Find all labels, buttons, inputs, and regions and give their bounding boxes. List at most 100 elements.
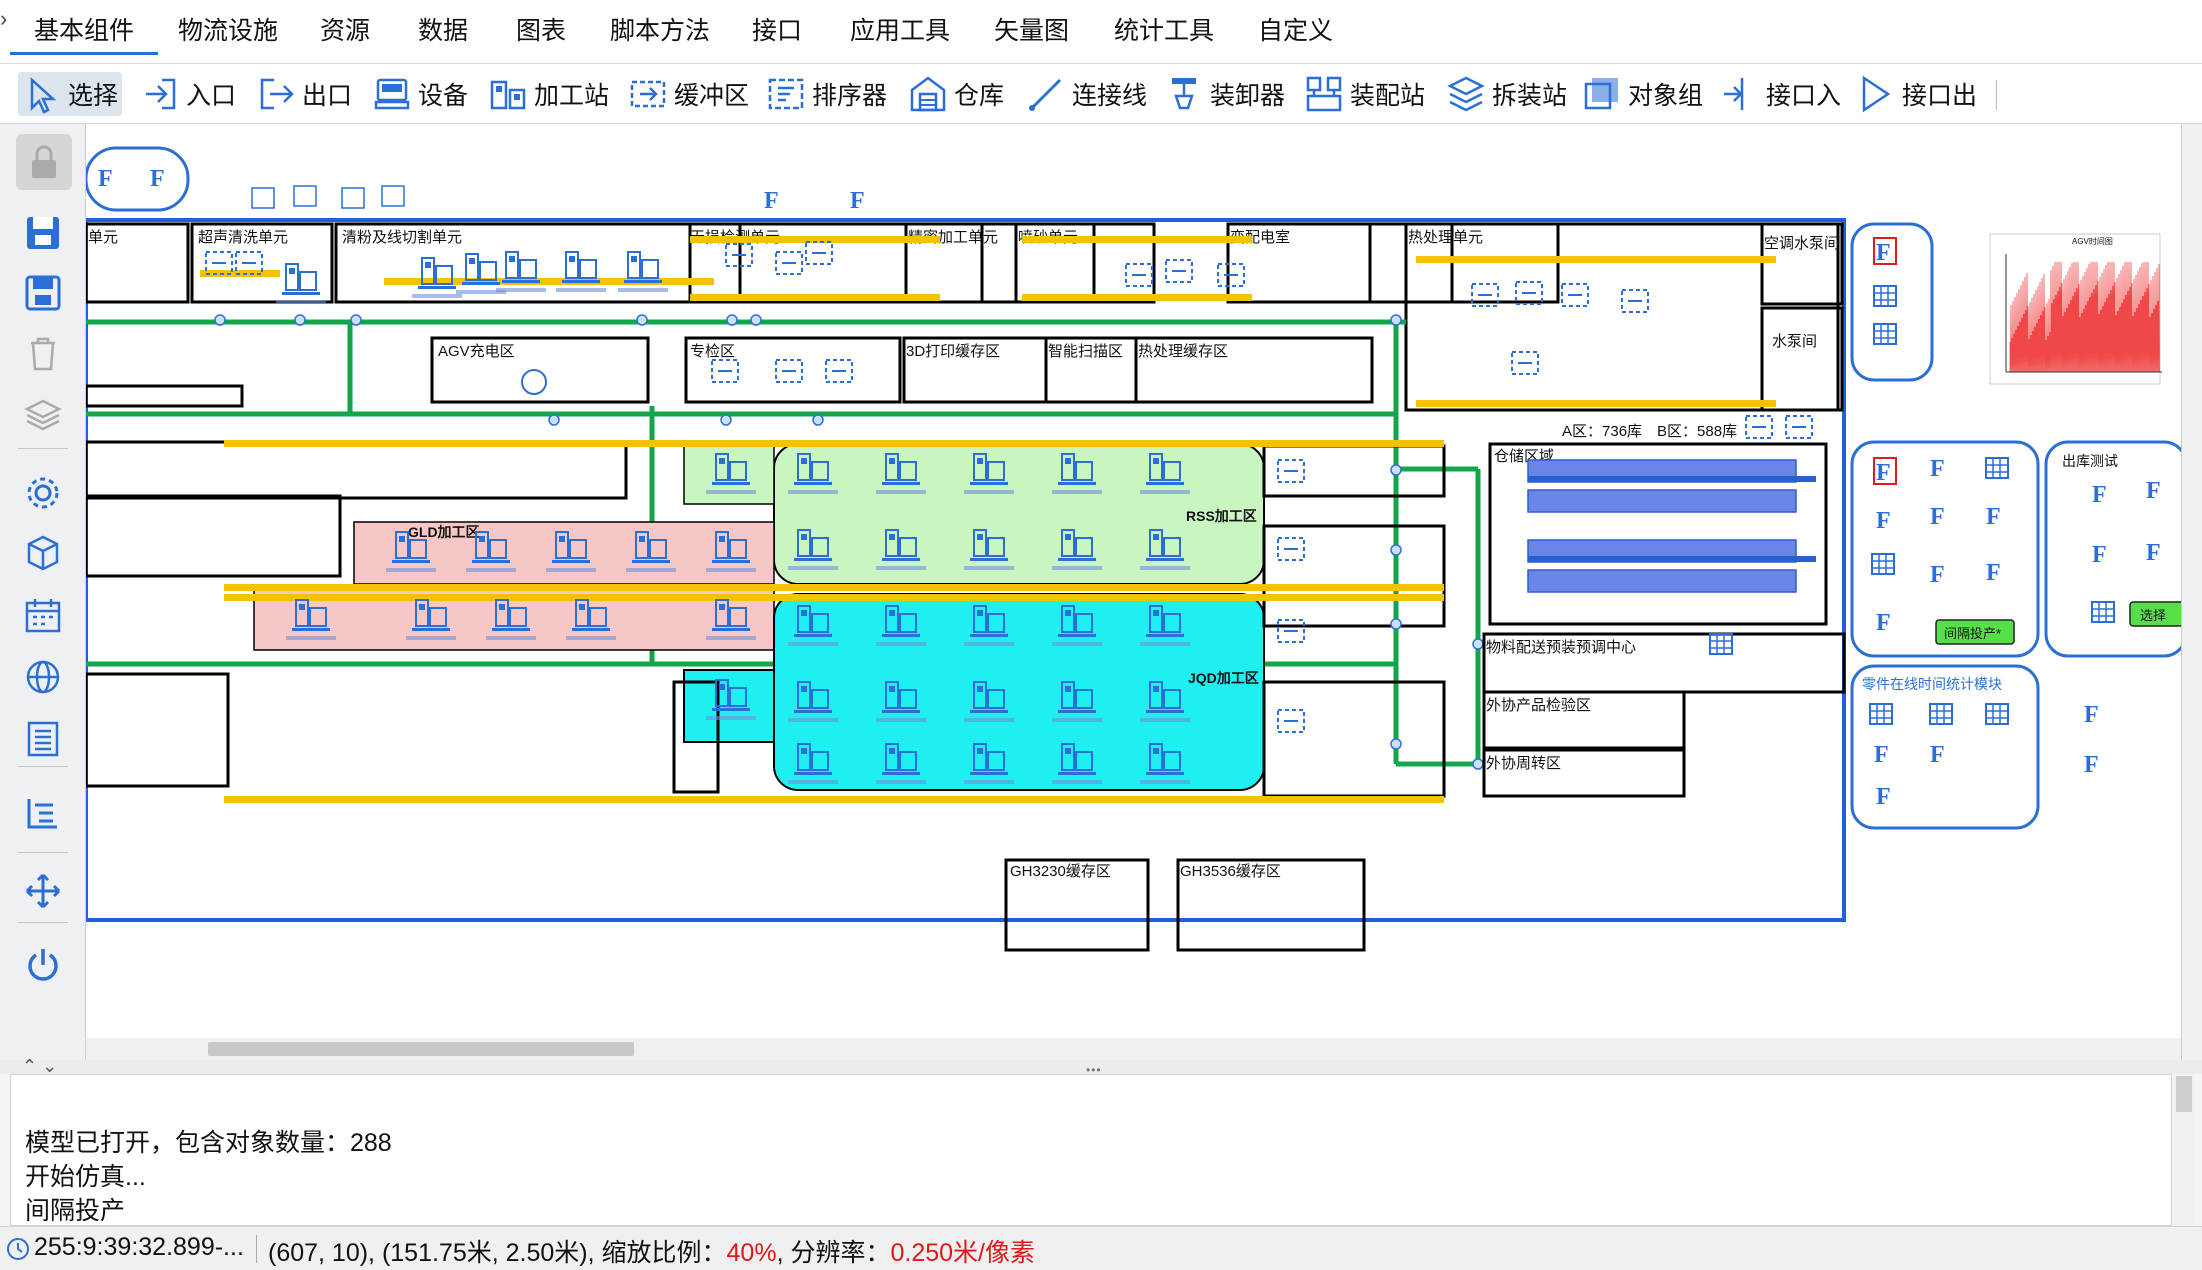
tool-exit-arrow[interactable]: 出口 xyxy=(256,72,352,116)
zone-outline[interactable] xyxy=(86,440,628,500)
buffer-node-icon[interactable] xyxy=(1561,283,1589,307)
calendar-button[interactable] xyxy=(20,592,66,638)
globe-button[interactable] xyxy=(20,654,66,700)
function-icon[interactable]: F xyxy=(1876,508,1891,534)
tool-processing-station[interactable]: 加工站 xyxy=(488,72,609,116)
path-node[interactable] xyxy=(350,314,362,326)
table-icon[interactable] xyxy=(2091,601,2115,623)
menu-tab-6[interactable]: 接口 xyxy=(752,14,802,48)
horizontal-scrollbar[interactable] xyxy=(86,1038,2181,1060)
function-icon[interactable]: F xyxy=(1874,742,1889,768)
model-layout-svg[interactable]: 单元超声清洗单元清粉及线切割单元无损检测单元精密加工单元喷砂单元变配电室热处理单… xyxy=(86,124,2182,1038)
tool-interface-out[interactable]: 接口出 xyxy=(1856,72,1977,116)
path-node[interactable] xyxy=(1472,638,1484,650)
buffer-node-icon[interactable] xyxy=(1511,351,1539,375)
table-icon[interactable] xyxy=(1985,457,2009,479)
function-icon[interactable]: F xyxy=(1930,562,1945,588)
gear-button[interactable] xyxy=(20,470,66,516)
buffer-node-icon[interactable] xyxy=(1165,259,1193,283)
function-icon[interactable]: F xyxy=(150,166,165,192)
menu-tab-9[interactable]: 统计工具 xyxy=(1114,14,1214,48)
function-icon[interactable]: F xyxy=(2146,478,2161,504)
path-node[interactable] xyxy=(1390,464,1402,476)
zone-outline[interactable] xyxy=(1262,680,1446,798)
move-arrows-button[interactable] xyxy=(20,868,66,914)
function-icon[interactable]: F xyxy=(2092,542,2107,568)
function-icon[interactable]: F xyxy=(1876,240,1891,266)
tool-warehouse[interactable]: 仓库 xyxy=(908,72,1004,116)
save-as-button[interactable] xyxy=(20,270,66,316)
storage-rack[interactable] xyxy=(1527,569,1797,593)
path-node[interactable] xyxy=(726,314,738,326)
horizontal-scroll-thumb[interactable] xyxy=(208,1042,634,1056)
table-icon[interactable] xyxy=(1871,553,1895,575)
path-node[interactable] xyxy=(294,314,306,326)
function-icon[interactable]: F xyxy=(98,166,113,192)
buffer-node-icon[interactable] xyxy=(1785,415,1813,439)
table-icon[interactable] xyxy=(1929,703,1953,725)
layers-button[interactable] xyxy=(20,392,66,438)
menu-tab-2[interactable]: 资源 xyxy=(320,14,370,48)
machine-icon[interactable] xyxy=(276,263,326,304)
agv-node-icon[interactable] xyxy=(521,369,547,395)
function-icon[interactable]: F xyxy=(764,188,779,214)
tool-buffer[interactable]: 缓冲区 xyxy=(628,72,749,116)
machine-icon[interactable] xyxy=(618,251,668,292)
tool-sorter[interactable]: 排序器 xyxy=(766,72,887,116)
function-icon[interactable]: F xyxy=(1930,456,1945,482)
buffer-node-icon[interactable] xyxy=(1745,415,1773,439)
tool-disassembly-station[interactable]: 拆装站 xyxy=(1446,72,1567,116)
panel-splitter[interactable]: ⌃ ⌄ ••• xyxy=(0,1056,2202,1077)
cube-button[interactable] xyxy=(20,530,66,576)
path-node[interactable] xyxy=(1390,314,1402,326)
buffer-node-icon[interactable] xyxy=(1277,537,1305,561)
path-node[interactable] xyxy=(214,314,226,326)
function-icon[interactable]: F xyxy=(1876,784,1891,810)
path-node[interactable] xyxy=(1390,544,1402,556)
function-icon[interactable]: F xyxy=(1986,560,2001,586)
tool-entrance-arrow[interactable]: 入口 xyxy=(140,72,236,116)
zone-outline[interactable] xyxy=(86,672,230,788)
function-icon[interactable]: F xyxy=(850,188,865,214)
vertical-scrollbar[interactable] xyxy=(2182,124,2202,1060)
model-canvas[interactable]: 单元超声清洗单元清粉及线切割单元无损检测单元精密加工单元喷砂单元变配电室热处理单… xyxy=(86,124,2182,1060)
zone-outline[interactable] xyxy=(86,494,342,578)
path-node[interactable] xyxy=(1390,618,1402,630)
storage-rack[interactable] xyxy=(1527,489,1797,513)
chart-widget-icon[interactable] xyxy=(251,187,275,209)
small-lane[interactable] xyxy=(86,384,244,408)
path-node[interactable] xyxy=(548,414,560,426)
function-icon[interactable]: F xyxy=(1876,610,1891,636)
buffer-node-icon[interactable] xyxy=(775,359,803,383)
trash-button[interactable] xyxy=(20,330,66,376)
menu-tab-5[interactable]: 脚本方法 xyxy=(610,14,710,48)
tool-interface-in[interactable]: 接口入 xyxy=(1720,72,1841,116)
function-icon[interactable]: F xyxy=(2084,752,2099,778)
path-node[interactable] xyxy=(720,414,732,426)
buffer-node-icon[interactable] xyxy=(1277,619,1305,643)
function-icon[interactable]: F xyxy=(1876,460,1891,486)
buffer-node-icon[interactable] xyxy=(711,359,739,383)
chart-widget-icon[interactable] xyxy=(381,185,405,207)
path-node[interactable] xyxy=(1472,758,1484,770)
tool-assembly-station[interactable]: 装配站 xyxy=(1304,72,1425,116)
function-icon[interactable]: F xyxy=(1986,504,2001,530)
table-icon[interactable] xyxy=(1869,703,1893,725)
buffer-node-icon[interactable] xyxy=(805,241,833,265)
agv-data-panel[interactable] xyxy=(1850,222,1934,382)
log-scrollbar[interactable] xyxy=(2174,1074,2194,1226)
function-icon[interactable]: F xyxy=(2084,702,2099,728)
path-node[interactable] xyxy=(750,314,762,326)
pump-room[interactable] xyxy=(1760,306,1844,412)
collapse-chevron-icon[interactable]: › xyxy=(0,6,7,32)
buffer-node-icon[interactable] xyxy=(1277,459,1305,483)
menu-tab-0[interactable]: 基本组件 xyxy=(10,14,159,55)
function-icon[interactable]: F xyxy=(2146,540,2161,566)
buffer-node-icon[interactable] xyxy=(1277,709,1305,733)
machine-icon[interactable] xyxy=(496,251,546,292)
zone-outline[interactable] xyxy=(1262,524,1446,628)
path-node[interactable] xyxy=(812,414,824,426)
chart-widget-icon[interactable] xyxy=(293,185,317,207)
jqd-zone[interactable] xyxy=(773,593,1265,791)
buffer-node-icon[interactable] xyxy=(825,359,853,383)
